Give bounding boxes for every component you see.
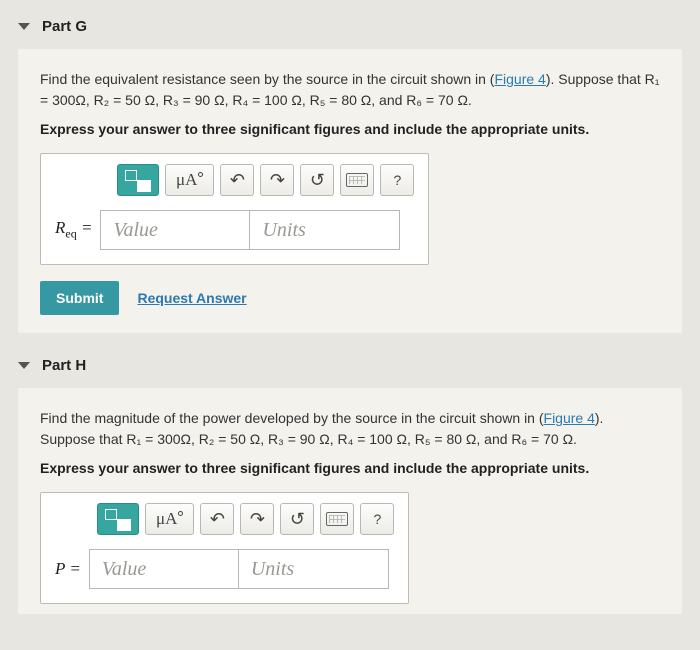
given-values: R₁ = 300Ω, R₂ = 50 Ω, R₃ = 90 Ω, R₄ = 10… bbox=[126, 431, 577, 447]
units-mu-button[interactable]: μA bbox=[165, 164, 214, 196]
ring-icon bbox=[198, 172, 203, 177]
mu-label: μA bbox=[156, 509, 177, 529]
figure-link[interactable]: Figure 4 bbox=[494, 71, 545, 87]
template-button[interactable] bbox=[97, 503, 139, 535]
value-input[interactable]: Value bbox=[100, 210, 250, 250]
template-button[interactable] bbox=[117, 164, 159, 196]
answer-toolbar: μA ↶ ↷ ↺ ? bbox=[97, 503, 394, 535]
part-h-prompt: Find the magnitude of the power develope… bbox=[40, 408, 660, 450]
actions-row: Submit Request Answer bbox=[40, 281, 660, 315]
collapse-caret-icon[interactable] bbox=[18, 23, 30, 30]
value-input[interactable]: Value bbox=[89, 549, 239, 589]
keyboard-icon bbox=[346, 173, 368, 187]
reset-button[interactable]: ↺ bbox=[280, 503, 314, 535]
units-input[interactable]: Units bbox=[239, 549, 389, 589]
answer-box: μA ↶ ↷ ↺ ? Req = Value Units bbox=[40, 153, 429, 265]
submit-button[interactable]: Submit bbox=[40, 281, 119, 315]
keyboard-icon bbox=[326, 512, 348, 526]
redo-button[interactable]: ↷ bbox=[260, 164, 294, 196]
part-g-header: Part G bbox=[18, 12, 682, 49]
part-h-body: Find the magnitude of the power develope… bbox=[18, 388, 682, 614]
prompt-pre: Find the magnitude of the power develope… bbox=[40, 410, 544, 426]
request-answer-link[interactable]: Request Answer bbox=[137, 290, 246, 306]
help-button[interactable]: ? bbox=[360, 503, 394, 535]
prompt-pre: Find the equivalent resistance seen by t… bbox=[40, 71, 494, 87]
figure-link[interactable]: Figure 4 bbox=[544, 410, 595, 426]
mu-label: μA bbox=[176, 170, 197, 190]
reset-button[interactable]: ↺ bbox=[300, 164, 334, 196]
redo-button[interactable]: ↷ bbox=[240, 503, 274, 535]
collapse-caret-icon[interactable] bbox=[18, 362, 30, 369]
ring-icon bbox=[178, 511, 183, 516]
express-instruction: Express your answer to three significant… bbox=[40, 460, 660, 476]
help-button[interactable]: ? bbox=[380, 164, 414, 196]
express-instruction: Express your answer to three significant… bbox=[40, 121, 660, 137]
keyboard-button[interactable] bbox=[320, 503, 354, 535]
part-h-header: Part H bbox=[18, 351, 682, 388]
part-g-body: Find the equivalent resistance seen by t… bbox=[18, 49, 682, 333]
variable-label: Req = bbox=[55, 218, 100, 241]
prompt-post: ). Suppose that bbox=[546, 71, 645, 87]
keyboard-button[interactable] bbox=[340, 164, 374, 196]
part-h-title: Part H bbox=[42, 357, 86, 374]
template-icon bbox=[125, 170, 151, 190]
undo-button[interactable]: ↶ bbox=[200, 503, 234, 535]
units-input[interactable]: Units bbox=[250, 210, 400, 250]
template-icon bbox=[105, 509, 131, 529]
part-g-title: Part G bbox=[42, 18, 87, 35]
units-mu-button[interactable]: μA bbox=[145, 503, 194, 535]
variable-label: P = bbox=[55, 559, 89, 579]
input-row: P = Value Units bbox=[55, 549, 394, 589]
answer-box: μA ↶ ↷ ↺ ? P = Value Units bbox=[40, 492, 409, 604]
answer-toolbar: μA ↶ ↷ ↺ ? bbox=[117, 164, 414, 196]
input-row: Req = Value Units bbox=[55, 210, 414, 250]
undo-button[interactable]: ↶ bbox=[220, 164, 254, 196]
part-g-prompt: Find the equivalent resistance seen by t… bbox=[40, 69, 660, 111]
